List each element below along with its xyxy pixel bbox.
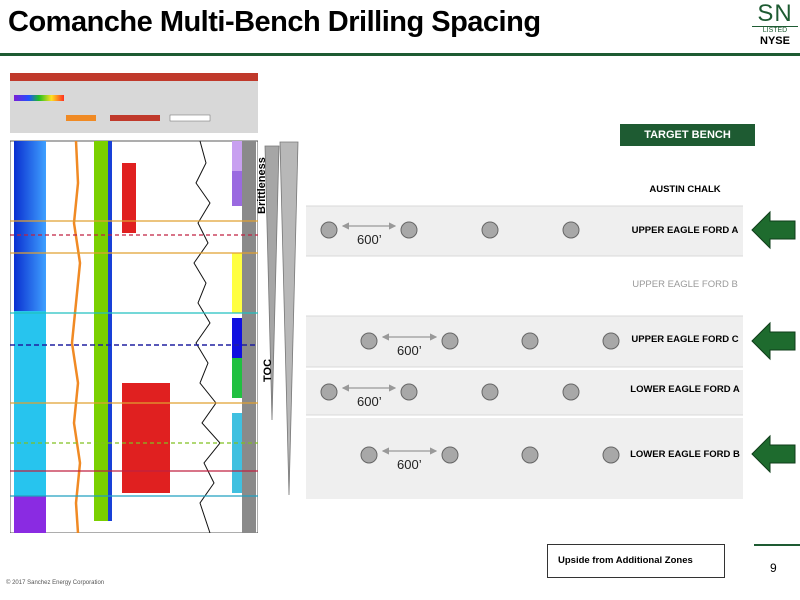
well-dot [481,383,499,401]
copyright-notice: © 2017 Sanchez Energy Corporation [6,580,105,586]
well-dot [602,332,620,350]
well-dot [481,221,499,239]
zone-label-lower-eagle-ford-a: LOWER EAGLE FORD A [630,384,740,395]
well-dot [441,446,459,464]
zones-diagram [264,141,796,570]
spacing-label: 600’ [397,343,422,358]
well-dot [360,332,378,350]
page-number: 9 [770,561,777,575]
brittleness-label: Brittleness [256,157,268,214]
zone-label-lower-eagle-ford-b: LOWER EAGLE FORD B [630,449,740,460]
well-dot [602,446,620,464]
well-dot [320,383,338,401]
well-dot [400,383,418,401]
spacing-label: 600’ [397,457,422,472]
well-dot [521,332,539,350]
well-dot [320,221,338,239]
well-dot [562,221,580,239]
target-arrow-icon [751,434,796,474]
target-arrow-icon [751,321,796,361]
well-dot [441,332,459,350]
target-bench-header: TARGET BENCH [620,124,755,146]
target-arrow-icon [751,210,796,250]
well-dot [360,446,378,464]
spacing-label: 600’ [357,232,382,247]
zone-label-upper-eagle-ford-a: UPPER EAGLE FORD A [631,225,739,236]
zone-label-austin-chalk: AUSTIN CHALK [649,184,721,195]
zone-label-upper-eagle-ford-b: UPPER EAGLE FORD B [632,279,738,290]
well-dot [400,221,418,239]
footer-divider [754,544,800,546]
well-dot [521,446,539,464]
toc-wedge [279,141,299,496]
well-dot [562,383,580,401]
toc-label: TOC [262,358,274,382]
legend-box: Upside from Additional Zones [547,544,725,578]
legend-label: Upside from Additional Zones [558,555,693,566]
spacing-label: 600’ [357,394,382,409]
zone-label-upper-eagle-ford-c: UPPER EAGLE FORD C [631,334,739,345]
